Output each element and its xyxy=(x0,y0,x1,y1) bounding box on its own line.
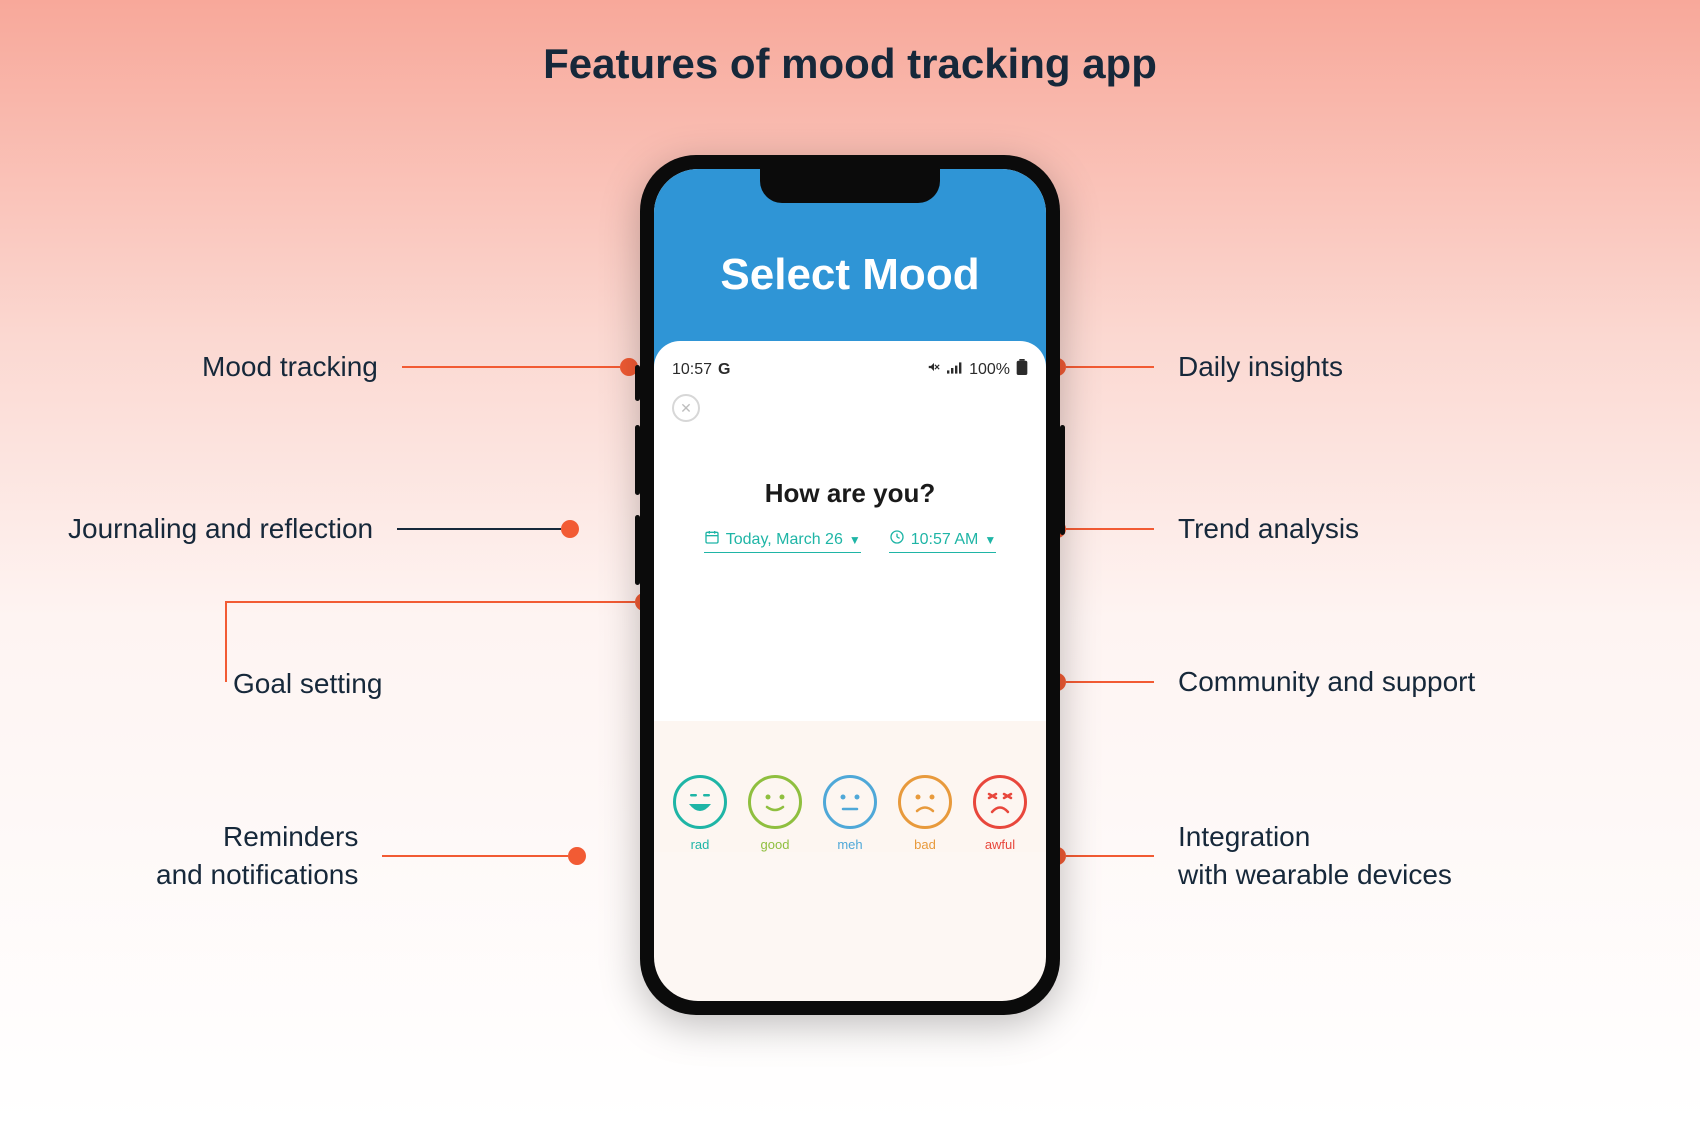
mood-selector: rad good xyxy=(654,721,1046,852)
clock-icon xyxy=(889,529,905,550)
callout-line xyxy=(382,855,568,857)
phone-side-button xyxy=(635,365,640,401)
feature-label: Trend analysis xyxy=(1178,510,1359,548)
mood-prompt: How are you? xyxy=(672,478,1028,509)
page-title: Features of mood tracking app xyxy=(0,40,1700,88)
feature-mood-tracking: Mood tracking xyxy=(202,348,638,386)
phone-side-button xyxy=(635,425,640,495)
callout-line xyxy=(1066,366,1154,368)
feature-goal-setting-dot xyxy=(225,593,653,611)
battery-icon xyxy=(1016,359,1028,380)
time-picker-label: 10:57 AM xyxy=(911,531,979,549)
mood-option-awful[interactable]: awful xyxy=(970,775,1030,852)
feature-trend-analysis: Trend analysis xyxy=(1048,510,1359,548)
feature-label: Mood tracking xyxy=(202,348,378,386)
status-brand: G xyxy=(718,361,730,379)
face-icon-awful xyxy=(973,775,1027,829)
phone-side-button xyxy=(1060,425,1065,535)
feature-label: Goal setting xyxy=(233,665,382,703)
callout-line-vertical xyxy=(225,602,227,682)
signal-icon xyxy=(947,361,963,379)
feature-wearables: Integration with wearable devices xyxy=(1048,818,1452,894)
feature-daily-insights: Daily insights xyxy=(1048,348,1343,386)
face-icon-rad xyxy=(673,775,727,829)
chevron-down-icon: ▼ xyxy=(984,533,996,547)
callout-line xyxy=(225,601,635,603)
mood-option-meh[interactable]: meh xyxy=(820,775,880,852)
callout-line xyxy=(402,366,620,368)
mood-label: awful xyxy=(985,837,1015,852)
feature-label: Integration with wearable devices xyxy=(1178,818,1452,894)
pickers-row: Today, March 26 ▼ 10:57 AM ▼ xyxy=(672,529,1028,553)
calendar-icon xyxy=(704,529,720,550)
feature-journaling: Journaling and reflection xyxy=(68,510,579,548)
feature-goal-setting: Goal setting xyxy=(233,665,382,703)
status-bar: 10:57 G 100% xyxy=(672,359,1028,380)
phone-screen: Select Mood 10:57 G 100% xyxy=(654,169,1046,1001)
callout-line xyxy=(1066,855,1154,857)
mood-label: bad xyxy=(914,837,936,852)
status-time: 10:57 xyxy=(672,361,712,379)
callout-line xyxy=(397,528,561,530)
mood-label: meh xyxy=(837,837,862,852)
callout-line xyxy=(1066,528,1154,530)
close-button[interactable]: ✕ xyxy=(672,394,700,422)
feature-label: Journaling and reflection xyxy=(68,510,373,548)
app-card: 10:57 G 100% ✕ xyxy=(654,341,1046,721)
phone-notch xyxy=(760,169,940,203)
time-picker[interactable]: 10:57 AM ▼ xyxy=(889,529,997,553)
battery-pct: 100% xyxy=(969,361,1010,379)
callout-dot xyxy=(568,847,586,865)
callout-line xyxy=(1066,681,1154,683)
mood-label: rad xyxy=(691,837,710,852)
callout-dot xyxy=(561,520,579,538)
mood-option-rad[interactable]: rad xyxy=(670,775,730,852)
mood-option-good[interactable]: good xyxy=(745,775,805,852)
close-icon: ✕ xyxy=(680,400,692,417)
phone-side-button xyxy=(635,515,640,585)
phone-frame: Select Mood 10:57 G 100% xyxy=(640,155,1060,1015)
feature-label: Reminders and notifications xyxy=(156,818,358,894)
feature-label: Daily insights xyxy=(1178,348,1343,386)
mute-icon xyxy=(927,360,941,379)
mood-option-bad[interactable]: bad xyxy=(895,775,955,852)
face-icon-meh xyxy=(823,775,877,829)
feature-community: Community and support xyxy=(1048,663,1475,701)
date-picker[interactable]: Today, March 26 ▼ xyxy=(704,529,861,553)
feature-label: Community and support xyxy=(1178,663,1475,701)
date-picker-label: Today, March 26 xyxy=(726,531,843,549)
face-icon-good xyxy=(748,775,802,829)
chevron-down-icon: ▼ xyxy=(849,533,861,547)
mood-label: good xyxy=(761,837,790,852)
app-header-title: Select Mood xyxy=(720,250,979,300)
feature-reminders: Reminders and notifications xyxy=(156,818,586,894)
face-icon-bad xyxy=(898,775,952,829)
